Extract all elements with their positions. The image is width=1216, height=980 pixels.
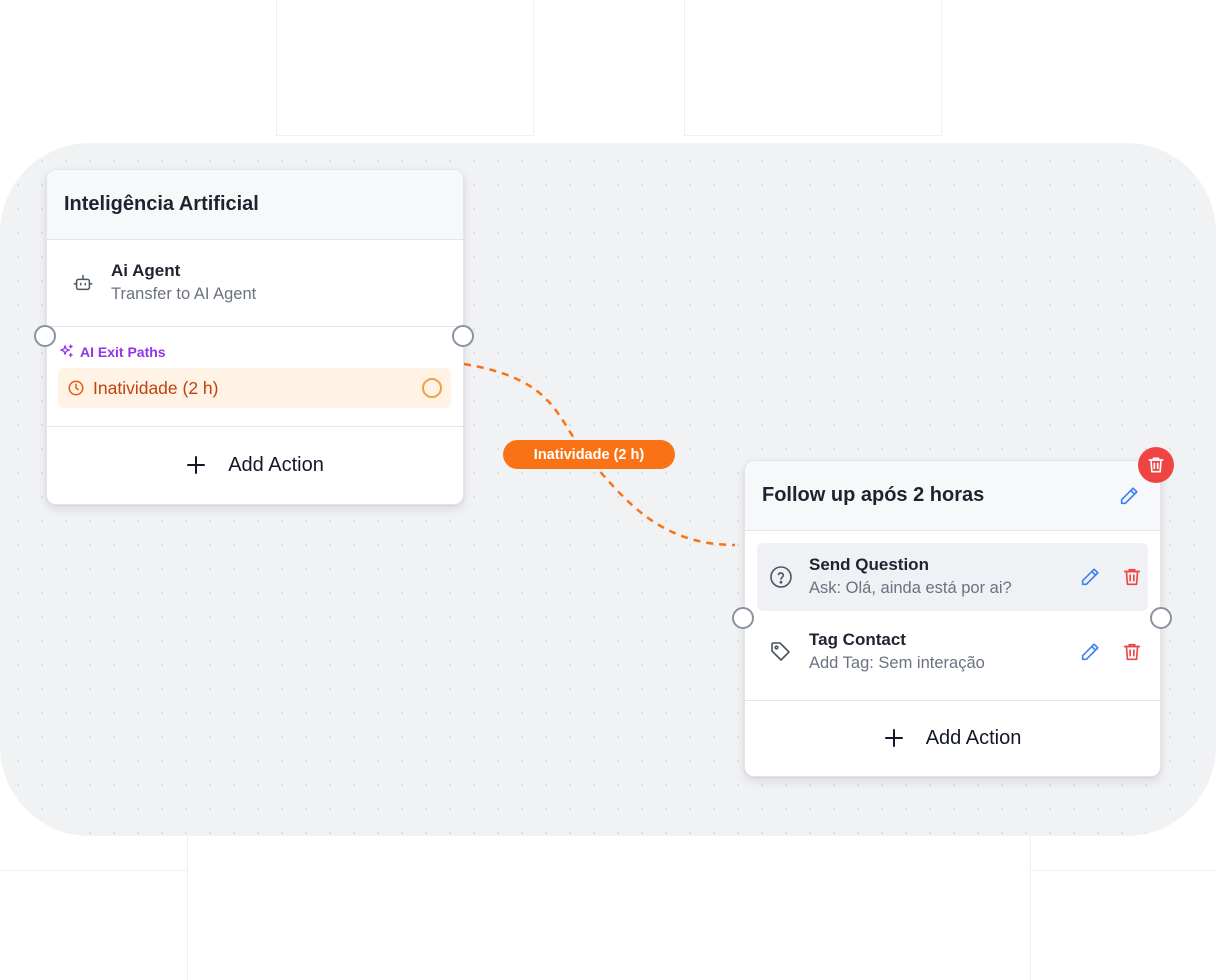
action-subtitle: Ask: Olá, ainda está por ai? (809, 579, 1012, 597)
action-buttons (1076, 638, 1146, 666)
sparkles-icon (58, 343, 75, 360)
edge-label[interactable]: Inatividade (2 h) (503, 440, 675, 469)
add-action-button[interactable]: Add Action (745, 700, 1160, 776)
edit-action-button[interactable] (1076, 638, 1104, 666)
exit-path-label: Inatividade (2 h) (93, 377, 219, 398)
tag-icon (767, 638, 795, 666)
action-buttons (1076, 563, 1146, 591)
background-line (684, 0, 942, 136)
ai-exit-paths-text: AI Exit Paths (80, 343, 166, 360)
action-ai-agent[interactable]: Ai Agent Transfer to AI Agent (47, 240, 463, 327)
ai-exit-paths-label: AI Exit Paths (58, 343, 166, 360)
action-title: Send Question (809, 555, 929, 574)
clock-icon (67, 379, 85, 397)
add-action-label: Add Action (925, 727, 1022, 749)
node-followup[interactable]: Follow up após 2 horas Send Question Ask… (744, 460, 1161, 777)
background-line (1030, 870, 1216, 871)
node-ai[interactable]: Inteligência Artificial Ai Agent Transfe… (46, 169, 464, 505)
node-header: Follow up após 2 horas (745, 461, 1160, 531)
edit-node-button[interactable] (1115, 482, 1143, 510)
trash-icon (1123, 643, 1141, 661)
action-subtitle: Add Tag: Sem interação (809, 654, 985, 672)
trash-icon (1148, 457, 1164, 473)
plus-icon (884, 725, 904, 753)
background-line (0, 870, 188, 871)
action-title: Tag Contact (809, 630, 906, 649)
trash-icon (1123, 568, 1141, 586)
robot-icon (69, 269, 97, 297)
action-subtitle: Transfer to AI Agent (111, 285, 257, 303)
question-circle-icon (767, 563, 795, 591)
delete-action-button[interactable] (1118, 563, 1146, 591)
add-action-button[interactable]: Add Action (47, 426, 463, 504)
node-title: Inteligência Artificial (64, 193, 259, 215)
edit-action-button[interactable] (1076, 563, 1104, 591)
flow-builder: Inteligência Artificial Ai Agent Transfe… (0, 0, 1216, 980)
pencil-icon (1081, 643, 1099, 661)
action-title: Ai Agent (111, 261, 181, 280)
node-header: Inteligência Artificial (47, 170, 463, 240)
exit-path-item[interactable]: Inatividade (2 h) (58, 368, 451, 408)
delete-action-button[interactable] (1118, 638, 1146, 666)
action-tag-contact[interactable]: Tag Contact Add Tag: Sem interação (757, 617, 1148, 687)
background-line (187, 836, 1031, 980)
input-handle[interactable] (732, 607, 754, 629)
input-handle[interactable] (34, 325, 56, 347)
action-send-question[interactable]: Send Question Ask: Olá, ainda está por a… (757, 543, 1148, 611)
pencil-icon (1120, 486, 1138, 504)
add-action-label: Add Action (228, 454, 324, 476)
plus-icon (186, 452, 206, 480)
background-line (276, 0, 534, 136)
exit-path-handle[interactable] (422, 378, 442, 398)
node-title: Follow up após 2 horas (762, 484, 985, 506)
delete-node-button[interactable] (1138, 447, 1174, 483)
pencil-icon (1081, 568, 1099, 586)
output-handle[interactable] (1150, 607, 1172, 629)
output-handle[interactable] (452, 325, 474, 347)
